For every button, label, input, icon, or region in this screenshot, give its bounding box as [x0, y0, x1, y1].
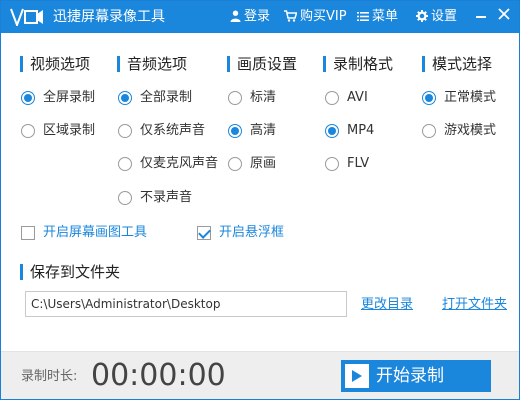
cart-icon	[284, 10, 297, 22]
login-label: 登录	[244, 9, 271, 24]
save-folder-title: 保存到文件夹	[30, 263, 121, 281]
user-icon	[230, 10, 241, 22]
option-label: 全屏录制	[43, 90, 96, 105]
gear-icon	[416, 10, 428, 22]
option-label: AVI	[347, 90, 368, 105]
title-bar[interactable]: 迅捷屏幕录像工具 登录 购买VIP 菜单 设置	[1, 1, 519, 33]
draw-tool-checkbox[interactable]	[21, 226, 35, 240]
app-logo-icon	[10, 8, 44, 28]
radio-button[interactable]	[118, 91, 132, 105]
start-record-label: 开始录制	[376, 366, 444, 386]
buy-vip-label: 购买VIP	[300, 9, 347, 24]
option-label: 高清	[250, 123, 277, 138]
section-marker	[20, 56, 23, 72]
radio-button[interactable]	[228, 91, 242, 105]
footer-bar: 录制时长: 00:00:00 开始录制	[1, 351, 519, 399]
option-label: 正常模式	[444, 90, 497, 105]
float-frame-label[interactable]: 开启悬浮框	[219, 225, 284, 241]
section-marker	[227, 56, 230, 72]
section-marker	[20, 264, 23, 280]
option-label: 不录声音	[140, 190, 193, 205]
option-label: 全部录制	[140, 90, 193, 105]
app-title: 迅捷屏幕录像工具	[53, 9, 165, 25]
float-frame-checkbox[interactable]	[197, 226, 211, 240]
mode-select-title: 模式选择	[432, 55, 493, 73]
save-path-field[interactable]: C:\Users\Administrator\Desktop	[25, 291, 347, 317]
settings-button[interactable]: 设置	[416, 9, 457, 25]
menu-icon	[357, 12, 369, 21]
radio-button[interactable]	[228, 124, 242, 138]
option-label: FLV	[347, 156, 370, 171]
start-record-button[interactable]: 开始录制	[341, 360, 491, 392]
login-button[interactable]: 登录	[230, 9, 270, 25]
play-icon	[345, 364, 369, 388]
section-marker	[117, 56, 120, 72]
radio-button[interactable]	[325, 124, 339, 138]
radio-button[interactable]	[118, 157, 132, 171]
minimize-button[interactable]	[474, 7, 490, 25]
option-label: 原画	[250, 156, 277, 171]
audio-options-title: 音频选项	[127, 55, 188, 73]
radio-button[interactable]	[422, 124, 436, 138]
minimize-icon	[476, 16, 486, 18]
record-format-title: 录制格式	[333, 55, 394, 73]
draw-tool-label[interactable]: 开启屏幕画图工具	[43, 225, 147, 241]
radio-button[interactable]	[118, 191, 132, 205]
settings-label: 设置	[431, 9, 458, 24]
radio-button[interactable]	[325, 91, 339, 105]
duration-label: 录制时长:	[21, 369, 78, 384]
close-icon	[498, 8, 510, 20]
option-label: 仅系统声音	[140, 123, 206, 138]
menu-label: 菜单	[372, 9, 399, 24]
radio-button[interactable]	[118, 124, 132, 138]
buy-vip-button[interactable]: 购买VIP	[284, 9, 347, 25]
option-label: 仅麦克风声音	[140, 156, 219, 171]
option-label: 标清	[250, 90, 277, 105]
radio-button[interactable]	[422, 91, 436, 105]
section-marker	[323, 56, 326, 72]
option-label: 游戏模式	[444, 123, 497, 138]
video-options-title: 视频选项	[30, 55, 91, 73]
close-button[interactable]	[497, 7, 513, 25]
option-label: 区域录制	[43, 123, 96, 138]
menu-button[interactable]: 菜单	[357, 9, 398, 25]
radio-button[interactable]	[228, 157, 242, 171]
open-folder-link[interactable]: 打开文件夹	[442, 297, 507, 313]
record-timer: 00:00:00	[91, 358, 226, 393]
quality-settings-title: 画质设置	[237, 55, 298, 73]
option-label: MP4	[347, 123, 375, 138]
radio-button[interactable]	[325, 157, 339, 171]
section-marker	[422, 56, 425, 72]
radio-button[interactable]	[21, 91, 35, 105]
change-directory-link[interactable]: 更改目录	[361, 297, 413, 313]
radio-button[interactable]	[21, 124, 35, 138]
app-window: 迅捷屏幕录像工具 登录 购买VIP 菜单 设置 视频选项 全屏录制 区域录制 音…	[0, 0, 520, 400]
